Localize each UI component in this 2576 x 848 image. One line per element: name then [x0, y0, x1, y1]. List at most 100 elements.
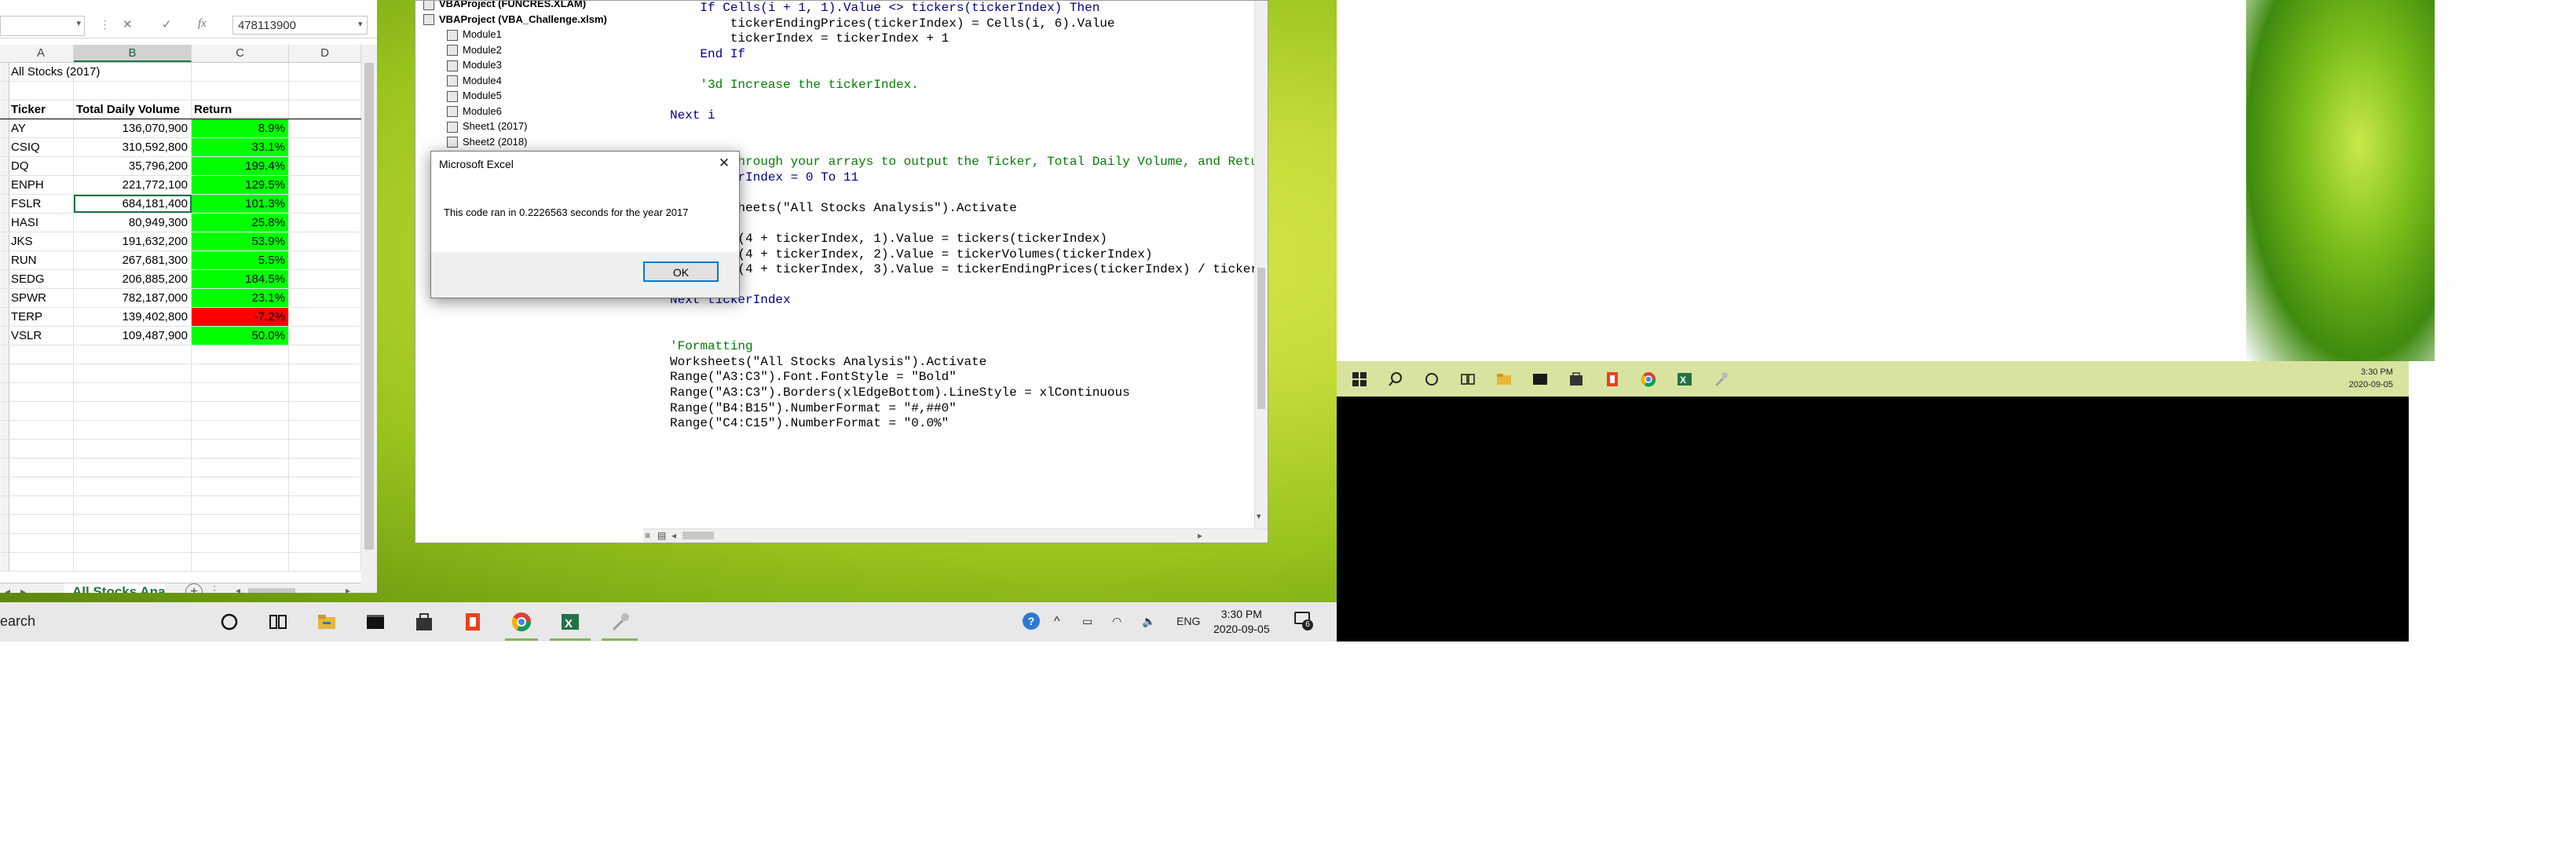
code-line[interactable]: Range("A3:C3").Font.FontStyle = "Bold"	[670, 370, 957, 384]
insert-function-button[interactable]: fx	[198, 17, 207, 31]
battery-icon[interactable]: ▭	[1082, 615, 1092, 628]
empty-cell[interactable]	[289, 327, 361, 345]
empty-cell[interactable]	[289, 289, 361, 307]
volume-cell[interactable]: 206,885,200	[74, 270, 192, 288]
volume-icon[interactable]: 🔈	[1142, 615, 1155, 628]
empty-cell[interactable]	[74, 82, 192, 100]
horizontal-scroll-thumb[interactable]	[248, 588, 295, 593]
chevron-up-icon[interactable]: ^	[1054, 615, 1060, 629]
chrome-icon[interactable]	[510, 611, 532, 633]
action-center-icon[interactable]: 6	[1294, 612, 1313, 631]
formula-input[interactable]: 478113900	[232, 16, 368, 35]
header-return[interactable]: Return	[192, 101, 289, 119]
empty-cell[interactable]	[9, 383, 74, 401]
excel-icon[interactable]: X	[559, 611, 581, 633]
return-cell[interactable]: 129.5%	[192, 176, 289, 194]
empty-cell[interactable]	[289, 119, 361, 137]
empty-cell[interactable]	[289, 176, 361, 194]
project-tree-item[interactable]: VBAProject (FUNCRES.XLAM)	[423, 1, 586, 12]
return-cell[interactable]: 53.9%	[192, 232, 289, 250]
chrome-icon[interactable]	[1640, 371, 1657, 388]
column-header-a[interactable]: A	[9, 45, 74, 62]
ticker-cell[interactable]: JKS	[9, 232, 74, 250]
empty-cell[interactable]	[9, 82, 74, 100]
code-horizontal-scrollbar[interactable]: ≡ ▤ ◂ ▸	[643, 528, 1268, 543]
wifi-icon[interactable]: ◠	[1112, 615, 1122, 628]
scroll-down-icon[interactable]: ▾	[1257, 511, 1261, 521]
ticker-cell[interactable]: SEDG	[9, 270, 74, 288]
return-cell[interactable]: -7.2%	[192, 308, 289, 326]
code-line[interactable]: Worksheets("All Stocks Analysis").Activa…	[670, 355, 986, 369]
ticker-cell[interactable]: DQ	[9, 157, 74, 175]
empty-cell[interactable]	[9, 345, 74, 364]
volume-cell[interactable]: 80,949,300	[74, 214, 192, 232]
empty-cell[interactable]	[289, 63, 361, 81]
return-cell[interactable]: 184.5%	[192, 270, 289, 288]
hscroll-right-icon[interactable]: ▸	[1198, 530, 1202, 541]
ok-button[interactable]: OK	[643, 261, 719, 282]
code-line[interactable]: tickerIndex = tickerIndex + 1	[670, 31, 949, 46]
search-icon[interactable]	[1387, 371, 1404, 388]
empty-cell[interactable]	[74, 515, 192, 533]
empty-cell[interactable]	[289, 477, 361, 495]
formula-expand-icon[interactable]: ▾	[358, 19, 363, 29]
project-tree-item[interactable]: VBAProject (VBA_Challenge.xlsm)	[423, 12, 607, 27]
empty-cell[interactable]	[289, 553, 361, 571]
empty-cell[interactable]	[9, 515, 74, 533]
store-icon[interactable]	[1568, 371, 1585, 388]
empty-cell[interactable]	[289, 232, 361, 250]
empty-cell[interactable]	[9, 402, 74, 420]
code-line[interactable]: '4 Loop through your arrays to output th…	[670, 155, 1268, 169]
office-icon[interactable]	[462, 611, 484, 633]
vertical-scroll-thumb[interactable]	[364, 63, 374, 550]
return-cell[interactable]: 25.8%	[192, 214, 289, 232]
empty-cell[interactable]	[289, 440, 361, 458]
empty-cell[interactable]	[289, 270, 361, 288]
cortana-icon[interactable]	[218, 611, 240, 633]
header-volume[interactable]: Total Daily Volume	[74, 101, 192, 119]
terminal-icon[interactable]	[1531, 371, 1549, 388]
empty-cell[interactable]	[9, 553, 74, 571]
code-line[interactable]: '3d Increase the tickerIndex.	[670, 78, 918, 92]
project-tree-item[interactable]: Module4	[447, 73, 502, 89]
empty-cell[interactable]	[74, 534, 192, 552]
sheet-nav-prev-icon[interactable]: ◂	[5, 585, 10, 593]
empty-cell[interactable]	[192, 402, 289, 420]
search-box[interactable]: earch	[0, 613, 35, 630]
cancel-icon[interactable]: ✕	[123, 17, 133, 31]
empty-cell[interactable]	[74, 383, 192, 401]
empty-cell[interactable]	[192, 421, 289, 439]
code-line[interactable]: Cells(4 + tickerIndex, 2).Value = ticker…	[670, 247, 1152, 261]
empty-cell[interactable]	[289, 496, 361, 514]
empty-cell[interactable]	[192, 534, 289, 552]
header-ticker[interactable]: Ticker	[9, 101, 74, 119]
language-indicator[interactable]: ENG	[1176, 615, 1200, 627]
empty-cell[interactable]	[74, 440, 192, 458]
secondary-clock[interactable]: 3:30 PM 2020-09-05	[2349, 366, 2393, 391]
spreadsheet-grid[interactable]: All Stocks (2017) Ticker Total Daily Vol…	[0, 63, 361, 581]
ticker-cell[interactable]: TERP	[9, 308, 74, 326]
empty-cell[interactable]	[74, 421, 192, 439]
empty-cell[interactable]	[192, 63, 289, 81]
ticker-cell[interactable]: VSLR	[9, 327, 74, 345]
empty-cell[interactable]	[192, 82, 289, 100]
empty-cell[interactable]	[9, 534, 74, 552]
volume-cell[interactable]: 136,070,900	[74, 119, 192, 137]
empty-cell[interactable]	[74, 402, 192, 420]
project-tree-item[interactable]: Sheet1 (2017)	[447, 119, 527, 134]
volume-cell[interactable]: 35,796,200	[74, 157, 192, 175]
project-tree-item[interactable]: Module2	[447, 42, 502, 58]
clock[interactable]: 3:30 PM 2020-09-05	[1213, 607, 1270, 637]
empty-cell[interactable]	[74, 345, 192, 364]
empty-cell[interactable]	[192, 440, 289, 458]
return-cell[interactable]: 5.5%	[192, 251, 289, 269]
empty-cell[interactable]	[192, 345, 289, 364]
volume-cell[interactable]: 267,681,300	[74, 251, 192, 269]
tab-splitter-icon[interactable]: ⋮	[209, 583, 220, 593]
code-line[interactable]: If Cells(i + 1, 1).Value <> tickers(tick…	[670, 1, 1100, 15]
volume-cell[interactable]: 684,181,400	[74, 195, 192, 213]
empty-cell[interactable]	[74, 63, 192, 81]
terminal-icon[interactable]	[364, 611, 386, 633]
empty-cell[interactable]	[9, 421, 74, 439]
windows-start-icon[interactable]	[1351, 371, 1368, 388]
